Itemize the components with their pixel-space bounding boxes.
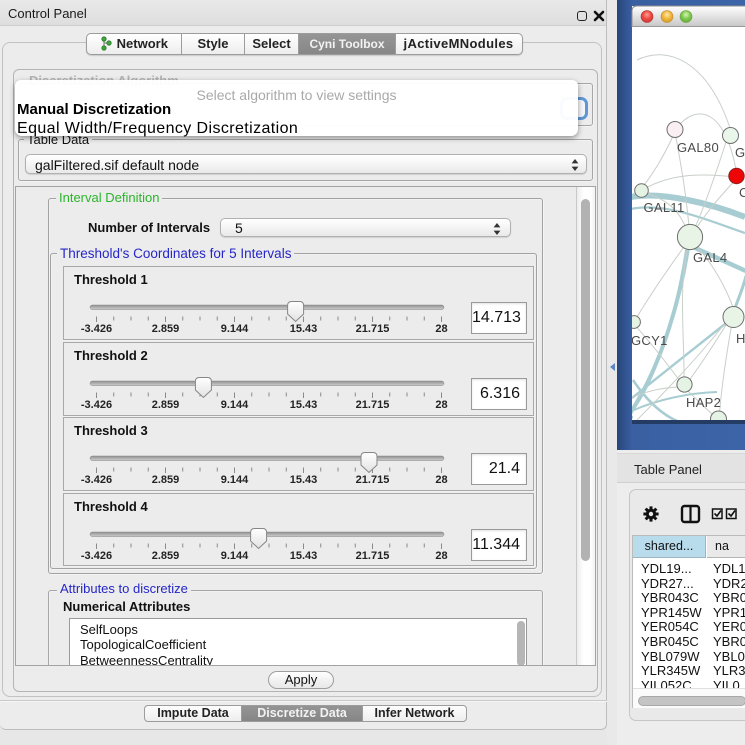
svg-text:GA: GA bbox=[735, 145, 745, 160]
svg-text:GAL11: GAL11 bbox=[644, 200, 685, 215]
svg-text:GAL4: GAL4 bbox=[693, 250, 727, 265]
svg-text:GCY1: GCY1 bbox=[631, 333, 668, 348]
svg-text:HAP2: HAP2 bbox=[686, 395, 721, 410]
svg-text:H: H bbox=[736, 331, 745, 346]
svg-text:C: C bbox=[739, 185, 745, 200]
svg-text:GAL80: GAL80 bbox=[677, 140, 719, 155]
